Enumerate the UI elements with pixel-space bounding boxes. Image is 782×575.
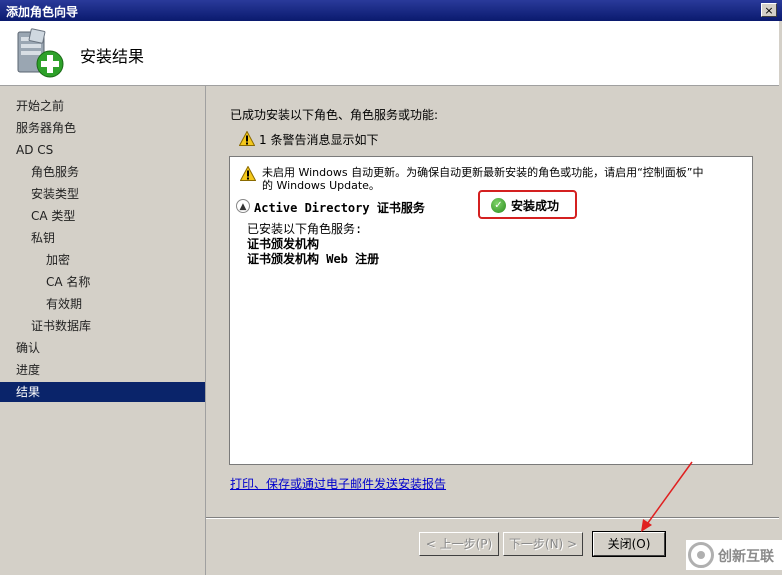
watermark-logo-icon bbox=[688, 542, 714, 568]
annotation-arrow bbox=[641, 461, 693, 532]
watermark-logo: 创新互联 bbox=[686, 540, 782, 570]
watermark-text: 创新互联 bbox=[718, 549, 774, 565]
